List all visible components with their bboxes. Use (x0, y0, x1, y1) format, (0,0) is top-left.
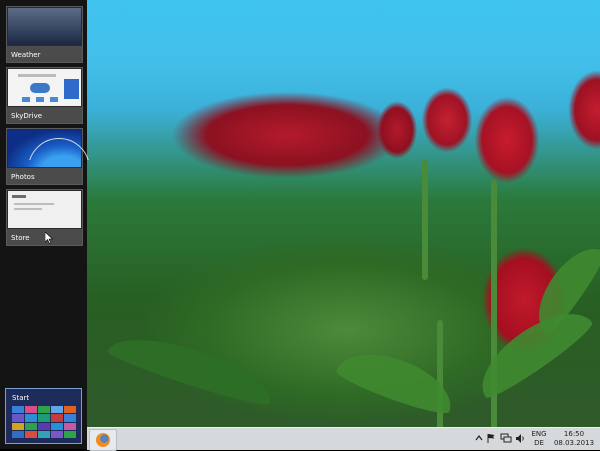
firefox-icon (96, 433, 110, 447)
mouse-cursor-icon (45, 232, 53, 244)
tulip-leaf (467, 296, 597, 404)
tulip-stem (422, 160, 428, 280)
taskbar-firefox-button[interactable] (89, 429, 117, 451)
switch-app-skydrive[interactable]: SkyDrive (6, 67, 83, 124)
start-label: Start (12, 394, 30, 402)
desktop-wallpaper (87, 0, 600, 427)
taskbar-clock[interactable]: 16:50 08.03.2013 (550, 430, 598, 448)
skydrive-preview (8, 69, 81, 106)
switch-app-weather[interactable]: Weather (6, 6, 83, 63)
input-language-indicator[interactable]: ENG DE (528, 430, 550, 448)
clock-time: 16:50 (563, 430, 585, 438)
clock-date: 08.03.2013 (553, 439, 595, 447)
app-label-skydrive: SkyDrive (11, 112, 43, 120)
tulip-leaf (105, 324, 279, 411)
app-label-photos: Photos (11, 173, 35, 181)
app-label-weather: Weather (11, 51, 41, 59)
weather-preview (8, 8, 81, 45)
switch-app-photos[interactable]: Photos (6, 128, 90, 185)
app-switcher-bar: Weather SkyDrive Photos Store Start (0, 0, 90, 449)
flag-icon[interactable] (487, 433, 496, 444)
store-preview (8, 191, 81, 228)
start-tile[interactable]: Start (5, 388, 82, 444)
lang-line2: DE (534, 439, 544, 447)
lang-line1: ENG (531, 430, 547, 438)
photos-preview (8, 130, 90, 167)
taskbar: ENG DE 16:50 08.03.2013 (87, 427, 600, 451)
start-screen-preview (12, 406, 76, 438)
app-label-store: Store (11, 234, 30, 242)
cloud-icon (30, 83, 50, 93)
chevron-up-icon[interactable] (475, 434, 483, 442)
network-icon[interactable] (500, 433, 512, 444)
switch-app-store[interactable]: Store (6, 189, 83, 246)
volume-icon[interactable] (515, 433, 526, 444)
